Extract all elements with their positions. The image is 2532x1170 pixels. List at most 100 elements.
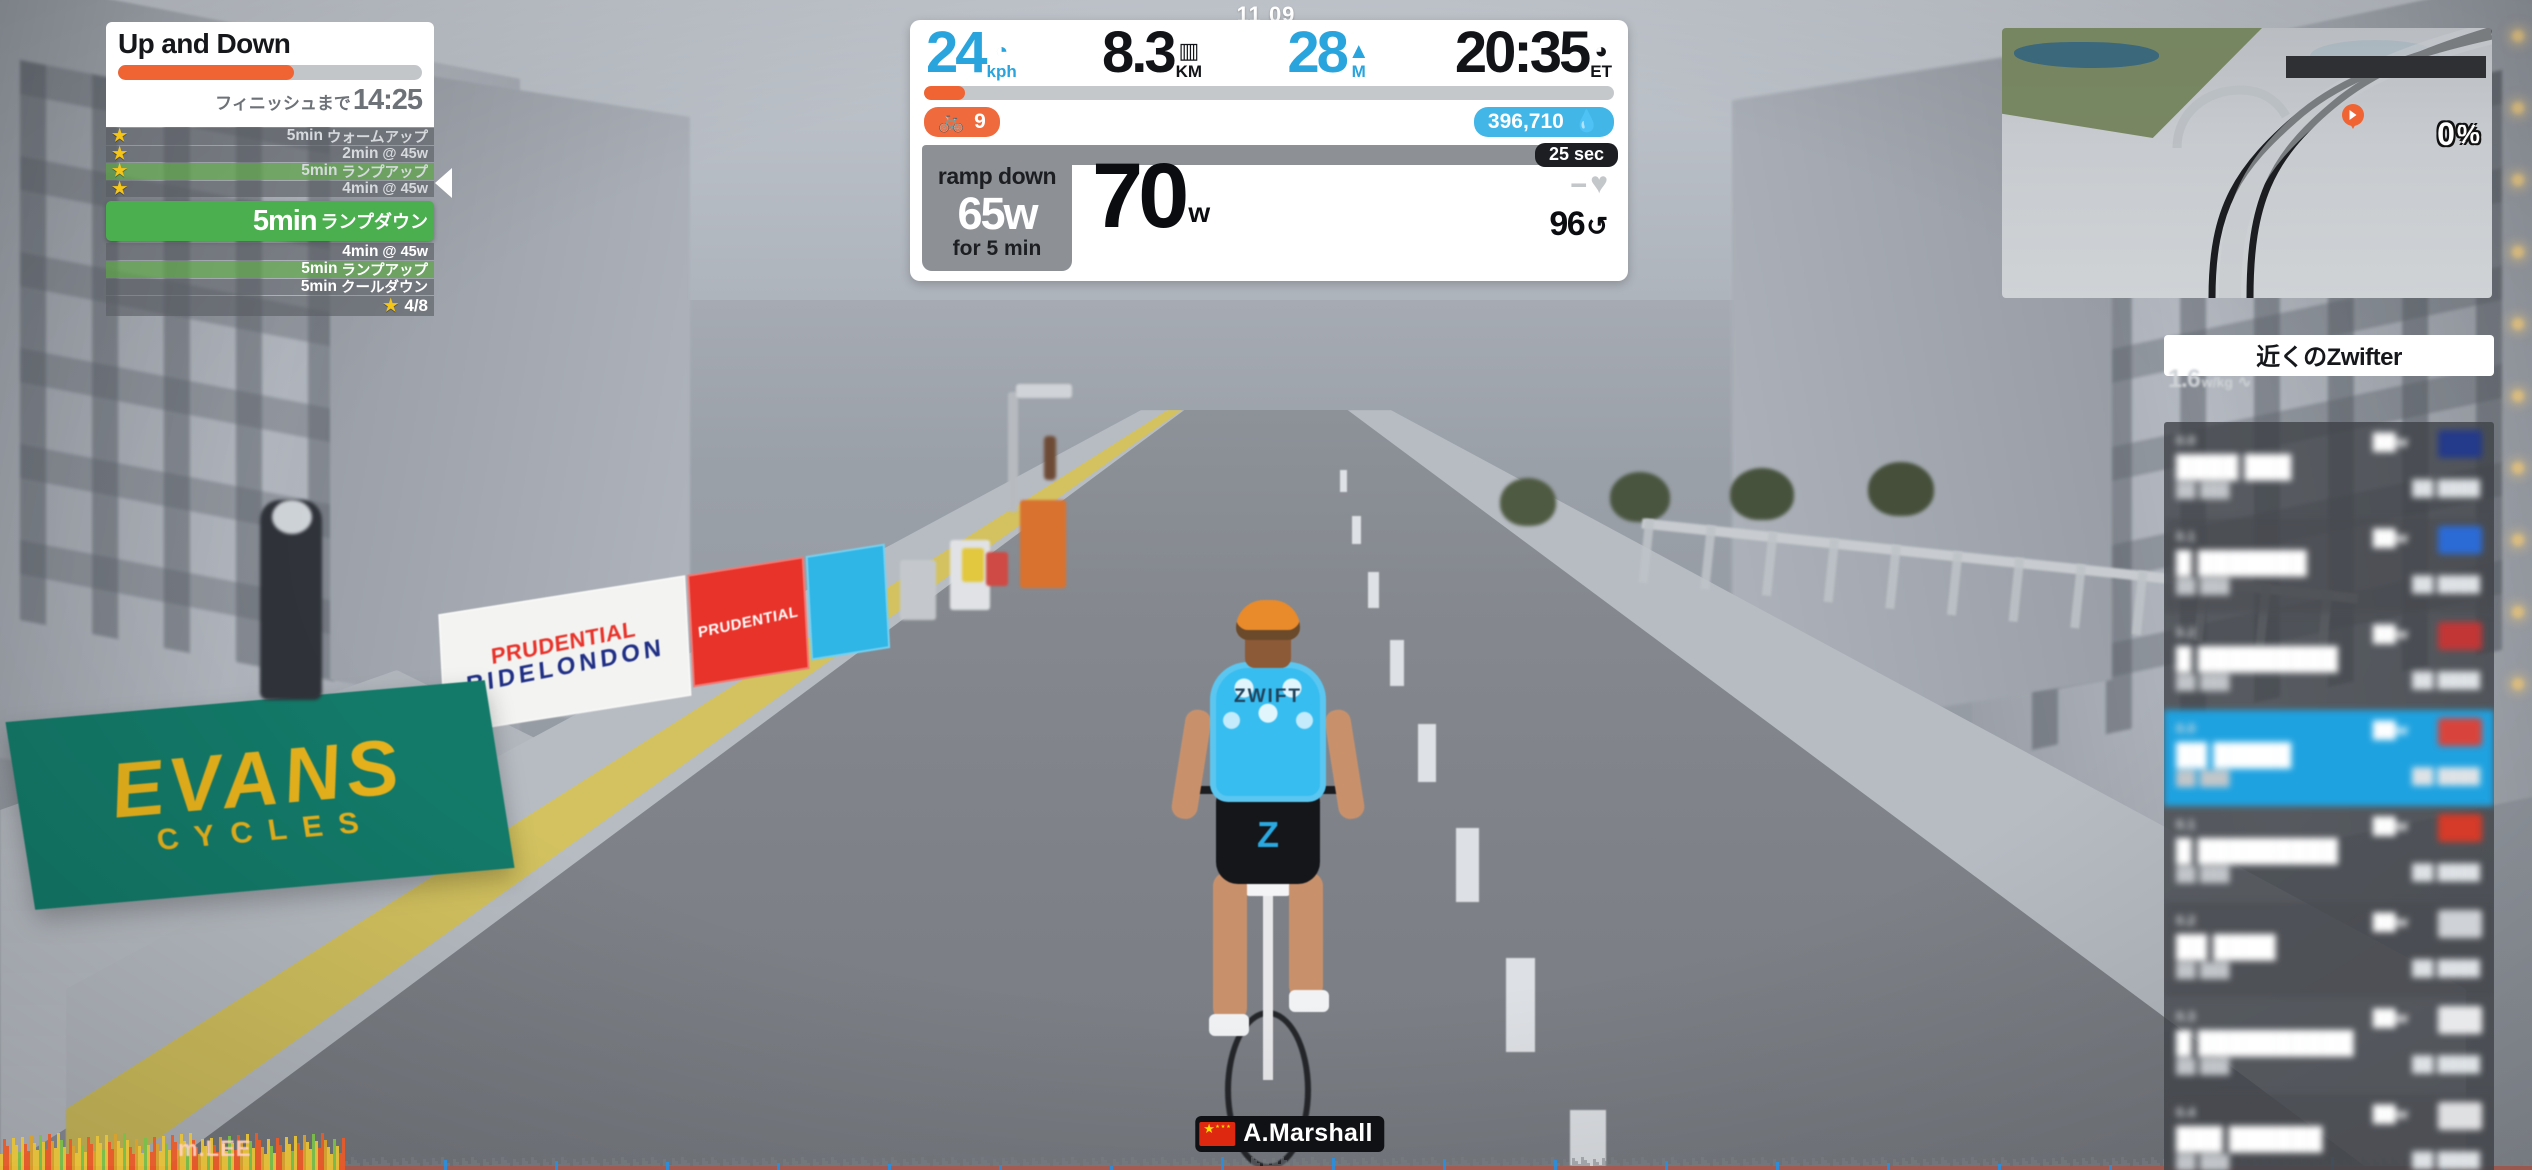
nearby-rider-distance: 0.0 — [2176, 432, 2196, 448]
hud-badge-row: 🚲 9 396,710 💧 — [924, 107, 1614, 138]
street-lamp — [2512, 606, 2524, 618]
ground-label-mlee: m.LEE — [178, 1136, 252, 1161]
workout-header: Up and Down フィニッシュまで 14:25 — [106, 22, 434, 127]
riders-count: 9 — [974, 110, 986, 133]
scenery-box-yellow — [962, 548, 984, 582]
street-lamp — [2512, 102, 2524, 114]
interval-target-duration: for 5 min — [952, 237, 1042, 261]
workout-step-list[interactable]: ★ 5min ウォームアップ ★ 2min @ 45w ★ 5min ランプアップ ★ 4min @ … — [106, 126, 434, 296]
heart-rate-readout: -- ♥ — [1549, 169, 1608, 199]
nearby-rider-name: █ ██████████ — [2176, 1030, 2354, 1055]
nearby-rider-row[interactable]: 0.0 ████ ███ ██ ███ ██w ██ ████ — [2164, 422, 2494, 518]
player-wkg-readout: 1.6 w/kg ∿ — [2168, 365, 2251, 394]
riders-badge[interactable]: 🚲 9 — [924, 107, 1000, 138]
nearby-rider-distance: 0.2 — [2176, 912, 2196, 928]
nearby-rider-row[interactable]: 0.3 █ ██████████ ██ ███ ██w ██ ████ — [2164, 998, 2494, 1094]
workout-panel[interactable]: Up and Down フィニッシュまで 14:25 ★ 5min ウォームアップ ★… — [106, 22, 452, 317]
nearby-rider-row[interactable]: 0.1 █ █████████ ██ ███ ██w ██ ████ — [2164, 806, 2494, 902]
wkg-unit: w/kg — [2201, 374, 2233, 390]
workout-remaining-label: フィニッシュまで — [215, 94, 351, 113]
scenery-pole — [1008, 392, 1018, 512]
nearby-rider-distance: 0.2 — [2176, 624, 2196, 640]
nearby-rider-row[interactable]: 0.4 ███ ██████ ██ ███ ██w ██ ████ — [2164, 1094, 2494, 1170]
avatar-leg-right — [1289, 872, 1323, 1000]
nearby-rider-name: ██ █████ — [2176, 742, 2292, 767]
avatar-arm-left — [1169, 707, 1213, 821]
workout-step-label: @ 45w — [382, 243, 428, 260]
nearby-rider-power: ██w — [2372, 1106, 2408, 1123]
nearby-rider-name: ██ ████ — [2176, 934, 2276, 959]
hud-metrics-row: 24 ◔ kph 8.3 ▥ KM 28 ▲ M 20:35 ◕ ET — [922, 20, 1616, 85]
interval-body: ramp down 65w for 5 min 70 w -- ♥ 96 ↺ — [922, 150, 1616, 272]
street-lamp — [2512, 318, 2524, 330]
pedestrian-1-head — [272, 500, 312, 534]
nearby-zwifters-panel[interactable]: 近くのZwifter 1.6 w/kg ∿ 0.0 ████ ███ ██ ███ █… — [2164, 335, 2494, 1170]
nearby-rider-team: ██ ████ — [2412, 768, 2480, 785]
road-lane-dash — [1352, 516, 1361, 544]
street-lamps — [2490, 0, 2532, 760]
drop-icon: 💧 — [1573, 110, 1600, 133]
nearby-rider-row[interactable]: 0.1 █ ███████ ██ ███ ██w ██ ████ — [2164, 518, 2494, 614]
cadence-readout: 96 ↺ — [1549, 205, 1608, 244]
nearby-rider-flag-icon — [2438, 910, 2482, 938]
barrier-prudential-red: PRUDENTIAL — [687, 556, 810, 688]
drops-badge[interactable]: 396,710 💧 — [1473, 107, 1614, 138]
nearby-rider-flag-icon — [2438, 622, 2482, 650]
nearby-rider-list[interactable]: 0.0 ████ ███ ██ ███ ██w ██ ████ 0.1 █ ███████ █… — [2164, 422, 2494, 1170]
nearby-rider-team: ██ ████ — [2412, 576, 2480, 593]
lap-progress-bar — [924, 86, 1614, 100]
nearby-rider-name: █ ███████ — [2176, 550, 2307, 575]
workout-step-7[interactable]: 5min ランプアップ — [106, 260, 434, 279]
speed-unit: kph — [986, 62, 1017, 81]
workout-step-3[interactable]: ★ 5min ランプアップ — [106, 161, 434, 181]
heart-rate-value: -- — [1570, 167, 1587, 201]
workout-step-2[interactable]: ★ 2min @ 45w — [106, 144, 434, 163]
nearby-rider-row[interactable]: 0.2 █ █████████ ██ ███ ██w ██ ████ — [2164, 614, 2494, 710]
crank-icon: ↺ — [1586, 211, 1608, 242]
nearby-rider-power: ██w — [2372, 530, 2408, 547]
scenery-tree-2 — [1610, 472, 1670, 522]
nearby-rider-team: ██ ████ — [2412, 1056, 2480, 1073]
workout-step-4[interactable]: ★ 4min @ 45w — [106, 179, 434, 199]
nearby-rider-row[interactable]: 0.0 ██ █████ ██ ███ ██w ██ ████ — [2164, 710, 2494, 806]
cadence-value: 96 — [1549, 205, 1585, 244]
minimap-panel[interactable]: 0 % — [2002, 28, 2492, 298]
nearby-rider-distance: 0.1 — [2176, 528, 2196, 544]
elevation-value: 28 — [1287, 20, 1348, 85]
power-readout: 70 w — [1092, 150, 1210, 243]
gradient-bar — [2286, 56, 2486, 78]
workout-step-8[interactable]: 5min クールダウン — [106, 278, 434, 296]
nearby-rider-distance: 0.3 — [2176, 1008, 2196, 1024]
nearby-rider-row[interactable]: 0.2 ██ ████ ██ ███ ██w ██ ████ — [2164, 902, 2494, 998]
nearby-rider-flag-icon — [2438, 430, 2482, 458]
avatar-helmet — [1236, 600, 1300, 640]
road-lane-dash — [1456, 828, 1479, 902]
star-icon: ★ — [383, 296, 399, 316]
stopwatch-icon: ◕ — [1594, 38, 1608, 63]
workout-star-counter: ★ 4/8 — [106, 296, 434, 317]
workout-step-1[interactable]: ★ 5min ウォームアップ — [106, 126, 434, 146]
avatar-arm-right — [1323, 707, 1367, 821]
workout-step-label: @ 45w — [382, 181, 428, 198]
workout-step-duration: 5min — [286, 127, 323, 145]
nearby-rider-team: ██ ████ — [2412, 1152, 2480, 1169]
scenery-kiosk-orange — [1020, 500, 1066, 588]
interval-strip: 25 sec ramp down 65w for 5 min 70 w -- ♥… — [922, 143, 1618, 272]
avatar-shoe-right — [1289, 990, 1329, 1012]
workout-remaining-time: 14:25 — [352, 84, 423, 116]
workout-step-6[interactable]: 4min @ 45w — [106, 243, 434, 260]
nearby-rider-subinfo: ██ ███ — [2176, 962, 2230, 978]
nearby-rider-name: ███ ██████ — [2176, 1126, 2323, 1151]
star-icon: ★ — [112, 179, 128, 199]
nearby-rider-power: ██w — [2372, 626, 2408, 643]
road-lane-dash — [1368, 572, 1379, 608]
workout-step-5[interactable]: 5min ランプダウン — [106, 201, 434, 242]
road-lane-dash — [1340, 470, 1347, 492]
main-hud-panel[interactable]: 24 ◔ kph 8.3 ▥ KM 28 ▲ M 20:35 ◕ ET 🚲 9 … — [910, 20, 1628, 282]
mountain-icon: ▲ — [1347, 38, 1370, 63]
nearby-rider-subinfo: ██ ███ — [2176, 482, 2230, 498]
nearby-rider-name: █ █████████ — [2176, 646, 2338, 671]
scenery-tree-3 — [1730, 468, 1794, 520]
scenery-tree-4 — [1868, 462, 1934, 516]
scenery-kiosk-grey — [900, 560, 936, 620]
